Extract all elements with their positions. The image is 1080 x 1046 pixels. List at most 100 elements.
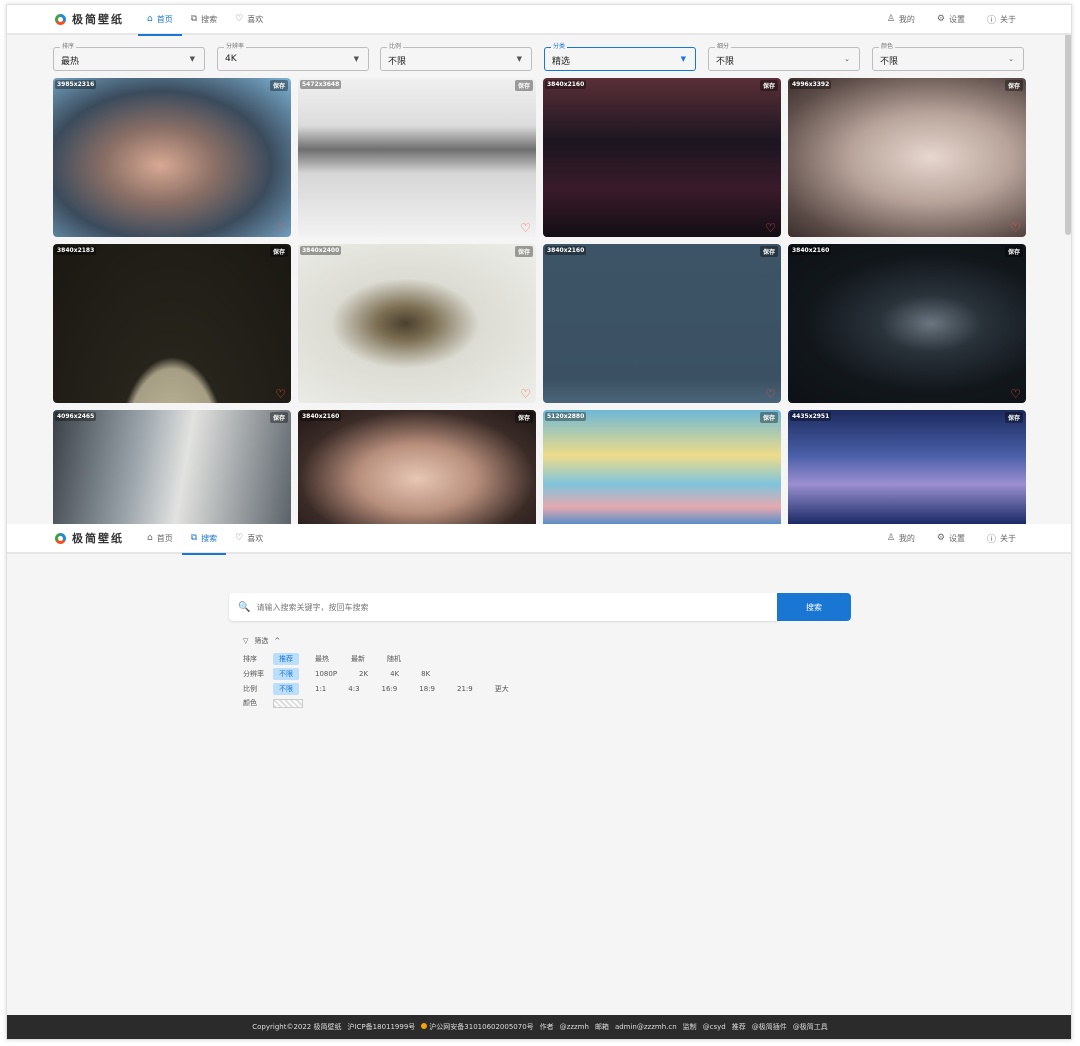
resolution-select[interactable]: 分辨率 4K ▼ bbox=[217, 43, 369, 71]
heart-icon[interactable]: ♡ bbox=[275, 388, 286, 400]
nav-settings[interactable]: ⚙ 设置 bbox=[926, 523, 976, 553]
caret-down-icon: ▼ bbox=[353, 55, 359, 63]
logo[interactable]: 极简壁纸 bbox=[55, 530, 124, 546]
resolution-option[interactable]: 4K bbox=[384, 669, 405, 679]
wallpaper-card[interactable]: 3840x2400 保存 ♡ bbox=[298, 244, 536, 403]
wallpaper-card[interactable]: 3840x2160 保存 ♡ bbox=[543, 244, 781, 403]
resolution-option[interactable]: 不限 bbox=[273, 668, 299, 680]
filter-row-label: 排序 bbox=[243, 655, 257, 663]
nav-tab-label: 搜索 bbox=[201, 533, 218, 543]
ratio-option[interactable]: 16:9 bbox=[376, 684, 404, 694]
search-input[interactable] bbox=[256, 602, 737, 612]
sort-option-hot[interactable]: 最热 bbox=[309, 653, 335, 665]
color-option-any[interactable] bbox=[273, 698, 303, 708]
filter-toggle[interactable]: ▽ 筛选 ^ bbox=[243, 636, 286, 646]
save-button[interactable]: 保存 bbox=[759, 412, 778, 423]
select-label: 排序 bbox=[60, 43, 77, 51]
nav-tab-likes[interactable]: ♡ 喜欢 bbox=[226, 523, 272, 553]
nav-tab-label: 关于 bbox=[1000, 14, 1016, 24]
wallpaper-card[interactable]: 5120x2880 保存 bbox=[543, 410, 781, 524]
nav-tab-home[interactable]: ⌂ 首页 bbox=[138, 523, 182, 553]
save-button[interactable]: 保存 bbox=[269, 246, 288, 257]
save-button[interactable]: 保存 bbox=[759, 246, 778, 257]
ratio-option[interactable]: 21:9 bbox=[451, 684, 479, 694]
resolution-option[interactable]: 1080P bbox=[309, 669, 343, 679]
footer-author-link[interactable]: @zzzmh bbox=[560, 1023, 589, 1031]
subcategory-select[interactable]: 细分 不限 ⌄ bbox=[708, 43, 860, 71]
footer-icp-link[interactable]: 沪ICP备18011999号 bbox=[347, 1022, 415, 1032]
filter-row-label: 分辨率 bbox=[243, 670, 264, 678]
nav-my[interactable]: ♙ 我的 bbox=[876, 5, 926, 34]
nav-about[interactable]: ⓘ 关于 bbox=[976, 523, 1027, 553]
save-button[interactable]: 保存 bbox=[1004, 80, 1023, 91]
resolution-badge: 4435x2951 bbox=[790, 412, 832, 421]
wallpaper-card[interactable]: 3840x2160 保存 bbox=[298, 410, 536, 524]
heart-icon[interactable]: ♡ bbox=[520, 388, 531, 400]
caret-down-icon: ▼ bbox=[680, 55, 686, 63]
heart-icon[interactable]: ♡ bbox=[765, 222, 776, 234]
search-button[interactable]: 搜索 bbox=[777, 593, 851, 621]
info-icon: ⓘ bbox=[986, 15, 996, 26]
color-select[interactable]: 颜色 不限 ⌄ bbox=[872, 43, 1024, 71]
footer-email-link[interactable]: admin@zzzmh.cn bbox=[615, 1023, 677, 1031]
sort-select[interactable]: 排序 最热 ▼ bbox=[53, 43, 205, 71]
resolution-option[interactable]: 2K bbox=[353, 669, 374, 679]
nav-tab-search[interactable]: ⧉ 搜索 bbox=[181, 523, 227, 555]
heart-icon[interactable]: ♡ bbox=[1010, 388, 1021, 400]
ratio-option[interactable]: 4:3 bbox=[342, 684, 365, 694]
nav-tab-search[interactable]: ⧉ 搜索 bbox=[182, 5, 226, 34]
footer-csyd-link[interactable]: @csyd bbox=[703, 1023, 726, 1031]
footer-recommend-label: 推荐 bbox=[731, 1023, 746, 1031]
wallpaper-card[interactable]: 3840x2160 保存 ♡ bbox=[788, 244, 1026, 403]
nav-tab-likes[interactable]: ♡ 喜欢 bbox=[226, 5, 272, 34]
save-button[interactable]: 保存 bbox=[269, 412, 288, 423]
heart-icon[interactable]: ♡ bbox=[520, 222, 531, 234]
police-badge-icon bbox=[421, 1023, 428, 1029]
heart-icon[interactable]: ♡ bbox=[275, 222, 286, 234]
category-select[interactable]: 分类 精选 ▼ bbox=[544, 43, 696, 71]
wallpaper-card[interactable]: 3985x2316 保存 ♡ bbox=[53, 78, 291, 237]
save-button[interactable]: 保存 bbox=[514, 246, 533, 257]
heart-icon[interactable]: ♡ bbox=[765, 388, 776, 400]
select-value: 不限 bbox=[388, 57, 407, 67]
wallpaper-card[interactable]: 4096x2465 保存 bbox=[53, 410, 291, 524]
ratio-select[interactable]: 比例 不限 ▼ bbox=[380, 43, 532, 71]
heart-icon[interactable]: ♡ bbox=[1010, 222, 1021, 234]
wallpaper-card[interactable]: 3840x2160 保存 ♡ bbox=[543, 78, 781, 237]
nav-tab-home[interactable]: ⌂ 首页 bbox=[138, 5, 182, 36]
save-button[interactable]: 保存 bbox=[514, 412, 533, 423]
wallpaper-card[interactable]: 4435x2951 保存 bbox=[788, 410, 1026, 524]
logo[interactable]: 极简壁纸 bbox=[55, 11, 124, 27]
save-button[interactable]: 保存 bbox=[269, 80, 288, 91]
nav-about[interactable]: ⓘ 关于 bbox=[976, 5, 1027, 34]
scrollbar[interactable] bbox=[1065, 5, 1071, 235]
footer-tools-link[interactable]: @极简工具 bbox=[793, 1022, 828, 1032]
sort-option-recommend[interactable]: 推荐 bbox=[273, 653, 299, 665]
resolution-option[interactable]: 8K bbox=[415, 669, 436, 679]
footer-police-link[interactable]: 沪公网安备31010602005070号 bbox=[421, 1022, 534, 1032]
sort-option-random[interactable]: 随机 bbox=[381, 653, 407, 665]
footer: Copyright©2022 极简壁纸 沪ICP备18011999号 沪公网安备… bbox=[7, 1015, 1071, 1039]
save-button[interactable]: 保存 bbox=[759, 80, 778, 91]
wallpaper-card[interactable]: 4996x3392 保存 ♡ bbox=[788, 78, 1026, 237]
footer-copyright: Copyright©2022 极简壁纸 bbox=[252, 1023, 342, 1031]
ratio-option[interactable]: 1:1 bbox=[309, 684, 332, 694]
save-button[interactable]: 保存 bbox=[514, 80, 533, 91]
info-icon: ⓘ bbox=[986, 534, 996, 545]
save-button[interactable]: 保存 bbox=[1004, 412, 1023, 423]
ratio-option[interactable]: 更大 bbox=[489, 683, 515, 695]
sort-option-new[interactable]: 最新 bbox=[345, 653, 371, 665]
logo-icon bbox=[55, 532, 66, 544]
wallpaper-card[interactable]: 5472x3648 保存 ♡ bbox=[298, 78, 536, 237]
ratio-option[interactable]: 不限 bbox=[273, 683, 299, 695]
wallpaper-card[interactable]: 3840x2183 保存 ♡ bbox=[53, 244, 291, 403]
nav-my[interactable]: ♙ 我的 bbox=[876, 523, 926, 553]
nav-settings[interactable]: ⚙ 设置 bbox=[926, 5, 976, 34]
footer-plugin-link[interactable]: @极简插件 bbox=[752, 1022, 787, 1032]
nav-tab-label: 喜欢 bbox=[247, 14, 264, 24]
resolution-badge: 5120x2880 bbox=[545, 412, 587, 421]
ratio-option[interactable]: 18:9 bbox=[413, 684, 441, 694]
resolution-badge: 3840x2160 bbox=[545, 246, 587, 255]
caret-down-icon: ▼ bbox=[189, 55, 195, 63]
save-button[interactable]: 保存 bbox=[1004, 246, 1023, 257]
